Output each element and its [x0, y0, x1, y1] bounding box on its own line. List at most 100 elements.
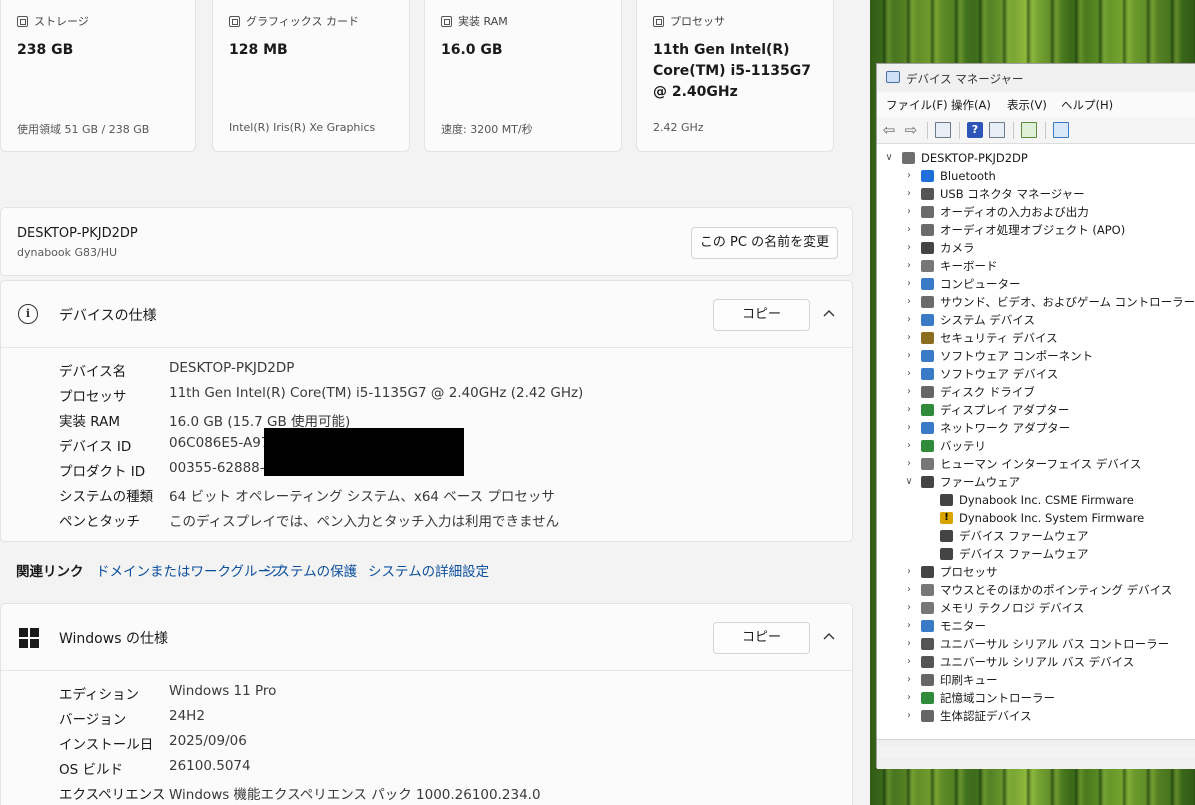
chevron-right-icon[interactable]: ›	[904, 653, 914, 671]
chevron-right-icon[interactable]: ›	[904, 311, 914, 329]
processor-card[interactable]: プロセッサ 11th Gen Intel(R) Core(TM) i5-1135…	[636, 0, 834, 152]
chevron-down-icon[interactable]: ∨	[884, 149, 894, 167]
chevron-right-icon[interactable]: ›	[904, 563, 914, 581]
chevron-right-icon[interactable]: ›	[904, 293, 914, 311]
chevron-up-icon[interactable]	[822, 306, 836, 320]
chevron-right-icon[interactable]: ›	[904, 635, 914, 653]
scan-hardware-icon[interactable]	[1053, 122, 1069, 138]
tree-category[interactable]: › ソフトウェア デバイス	[877, 365, 1195, 383]
menu-help[interactable]: ヘルプ(H)	[1061, 97, 1113, 113]
windows-spec-header[interactable]: Windows の仕様 コピー	[1, 604, 852, 671]
tree-device[interactable]: ! Dynabook Inc. System Firmware	[877, 509, 1195, 527]
chevron-right-icon[interactable]: ›	[904, 329, 914, 347]
tree-category-label: オーディオ処理オブジェクト (APO)	[940, 223, 1126, 237]
spec-value: 06C086E5-A979	[169, 435, 279, 451]
chevron-down-icon[interactable]: ∨	[904, 473, 914, 491]
properties-icon[interactable]	[989, 122, 1005, 138]
show-hide-console-tree-icon[interactable]	[935, 122, 951, 138]
device-spec-header[interactable]: i デバイスの仕様 コピー	[1, 281, 852, 348]
tree-category[interactable]: › ユニバーサル シリアル バス デバイス	[877, 653, 1195, 671]
chevron-up-icon[interactable]	[822, 629, 836, 643]
tree-category[interactable]: › プロセッサ	[877, 563, 1195, 581]
menu-file[interactable]: ファイル(F)	[886, 97, 948, 113]
tree-category[interactable]: › ディスプレイ アダプター	[877, 401, 1195, 419]
chevron-right-icon[interactable]: ›	[904, 689, 914, 707]
rename-pc-button[interactable]: この PC の名前を変更	[691, 227, 838, 259]
tree-category[interactable]: › USB コネクタ マネージャー	[877, 185, 1195, 203]
chevron-right-icon[interactable]: ›	[904, 203, 914, 221]
keyboard-icon	[921, 260, 934, 272]
system-protection-link[interactable]: システムの保護	[263, 560, 357, 580]
chevron-right-icon[interactable]: ›	[904, 617, 914, 635]
chevron-right-icon[interactable]: ›	[904, 419, 914, 437]
tree-category[interactable]: › ディスク ドライブ	[877, 383, 1195, 401]
copy-windows-spec-button[interactable]: コピー	[713, 622, 810, 654]
computer-icon	[902, 152, 915, 164]
chevron-right-icon[interactable]: ›	[904, 347, 914, 365]
tree-category-label: USB コネクタ マネージャー	[940, 187, 1085, 201]
update-driver-icon[interactable]	[1021, 122, 1037, 138]
ram-card[interactable]: 実装 RAM 16.0 GB 速度: 3200 MT/秒	[424, 0, 622, 152]
chevron-right-icon[interactable]: ›	[904, 599, 914, 617]
forward-arrow-icon[interactable]: ⇨	[903, 122, 919, 138]
chevron-right-icon[interactable]: ›	[904, 257, 914, 275]
tree-root[interactable]: ∨ DESKTOP-PKJD2DP	[877, 149, 1195, 167]
tree-category[interactable]: › ユニバーサル シリアル バス コントローラー	[877, 635, 1195, 653]
chevron-right-icon[interactable]: ›	[904, 365, 914, 383]
firmware-icon	[940, 548, 953, 560]
tree-category[interactable]: › セキュリティ デバイス	[877, 329, 1195, 347]
tree-category[interactable]: › システム デバイス	[877, 311, 1195, 329]
tree-category[interactable]: › マウスとそのほかのポインティング デバイス	[877, 581, 1195, 599]
tree-device[interactable]: デバイス ファームウェア	[877, 545, 1195, 563]
tree-category[interactable]: › ネットワーク アダプター	[877, 419, 1195, 437]
chevron-right-icon[interactable]: ›	[904, 455, 914, 473]
chevron-right-icon[interactable]: ›	[904, 581, 914, 599]
help-icon[interactable]: ?	[967, 122, 983, 138]
tree-device-label: Dynabook Inc. System Firmware	[959, 511, 1145, 525]
chevron-right-icon[interactable]: ›	[904, 275, 914, 293]
chevron-right-icon[interactable]: ›	[904, 383, 914, 401]
chevron-right-icon[interactable]: ›	[904, 437, 914, 455]
tree-category[interactable]: › 生体認証デバイス	[877, 707, 1195, 725]
tree-category[interactable]: ∨ ファームウェア	[877, 473, 1195, 491]
graphics-card[interactable]: グラフィックス カード 128 MB Intel(R) Iris(R) Xe G…	[212, 0, 410, 152]
storage-card[interactable]: ストレージ 238 GB 使用領域 51 GB / 238 GB	[0, 0, 196, 152]
title-bar[interactable]: デバイス マネージャー	[877, 64, 1195, 92]
chevron-right-icon[interactable]: ›	[904, 185, 914, 203]
tree-category-label: セキュリティ デバイス	[940, 331, 1058, 345]
tree-category[interactable]: › キーボード	[877, 257, 1195, 275]
network-adapter-icon	[921, 422, 934, 434]
tree-category[interactable]: › モニター	[877, 617, 1195, 635]
menu-action[interactable]: 操作(A)	[951, 97, 991, 113]
tree-category[interactable]: › ヒューマン インターフェイス デバイス	[877, 455, 1195, 473]
tree-device[interactable]: Dynabook Inc. CSME Firmware	[877, 491, 1195, 509]
tree-category[interactable]: › コンピューター	[877, 275, 1195, 293]
back-arrow-icon[interactable]: ⇦	[881, 122, 897, 138]
chevron-right-icon[interactable]: ›	[904, 221, 914, 239]
tree-category[interactable]: › 記憶域コントローラー	[877, 689, 1195, 707]
chevron-right-icon[interactable]: ›	[904, 707, 914, 725]
tree-category[interactable]: › ソフトウェア コンポーネント	[877, 347, 1195, 365]
advanced-system-settings-link[interactable]: システムの詳細設定	[368, 560, 489, 580]
card-heading: 実装 RAM	[458, 15, 508, 28]
software-component-icon	[921, 350, 934, 362]
card-value: 16.0 GB	[441, 42, 503, 58]
menu-view[interactable]: 表示(V)	[1007, 97, 1047, 113]
chevron-right-icon[interactable]: ›	[904, 239, 914, 257]
tree-category[interactable]: › カメラ	[877, 239, 1195, 257]
tree-category[interactable]: › オーディオ処理オブジェクト (APO)	[877, 221, 1195, 239]
card-value: 238 GB	[17, 42, 74, 58]
tree-category[interactable]: › バッテリ	[877, 437, 1195, 455]
copy-device-spec-button[interactable]: コピー	[713, 299, 810, 331]
domain-workgroup-link[interactable]: ドメインまたはワークグループ	[96, 560, 284, 580]
chevron-right-icon[interactable]: ›	[904, 401, 914, 419]
chevron-right-icon[interactable]: ›	[904, 671, 914, 689]
tree-category[interactable]: › オーディオの入力および出力	[877, 203, 1195, 221]
tree-category[interactable]: › Bluetooth	[877, 167, 1195, 185]
tree-category[interactable]: › メモリ テクノロジ デバイス	[877, 599, 1195, 617]
tree-device[interactable]: デバイス ファームウェア	[877, 527, 1195, 545]
firmware-icon	[940, 530, 953, 542]
tree-category[interactable]: › サウンド、ビデオ、およびゲーム コントローラー	[877, 293, 1195, 311]
chevron-right-icon[interactable]: ›	[904, 167, 914, 185]
tree-category[interactable]: › 印刷キュー	[877, 671, 1195, 689]
